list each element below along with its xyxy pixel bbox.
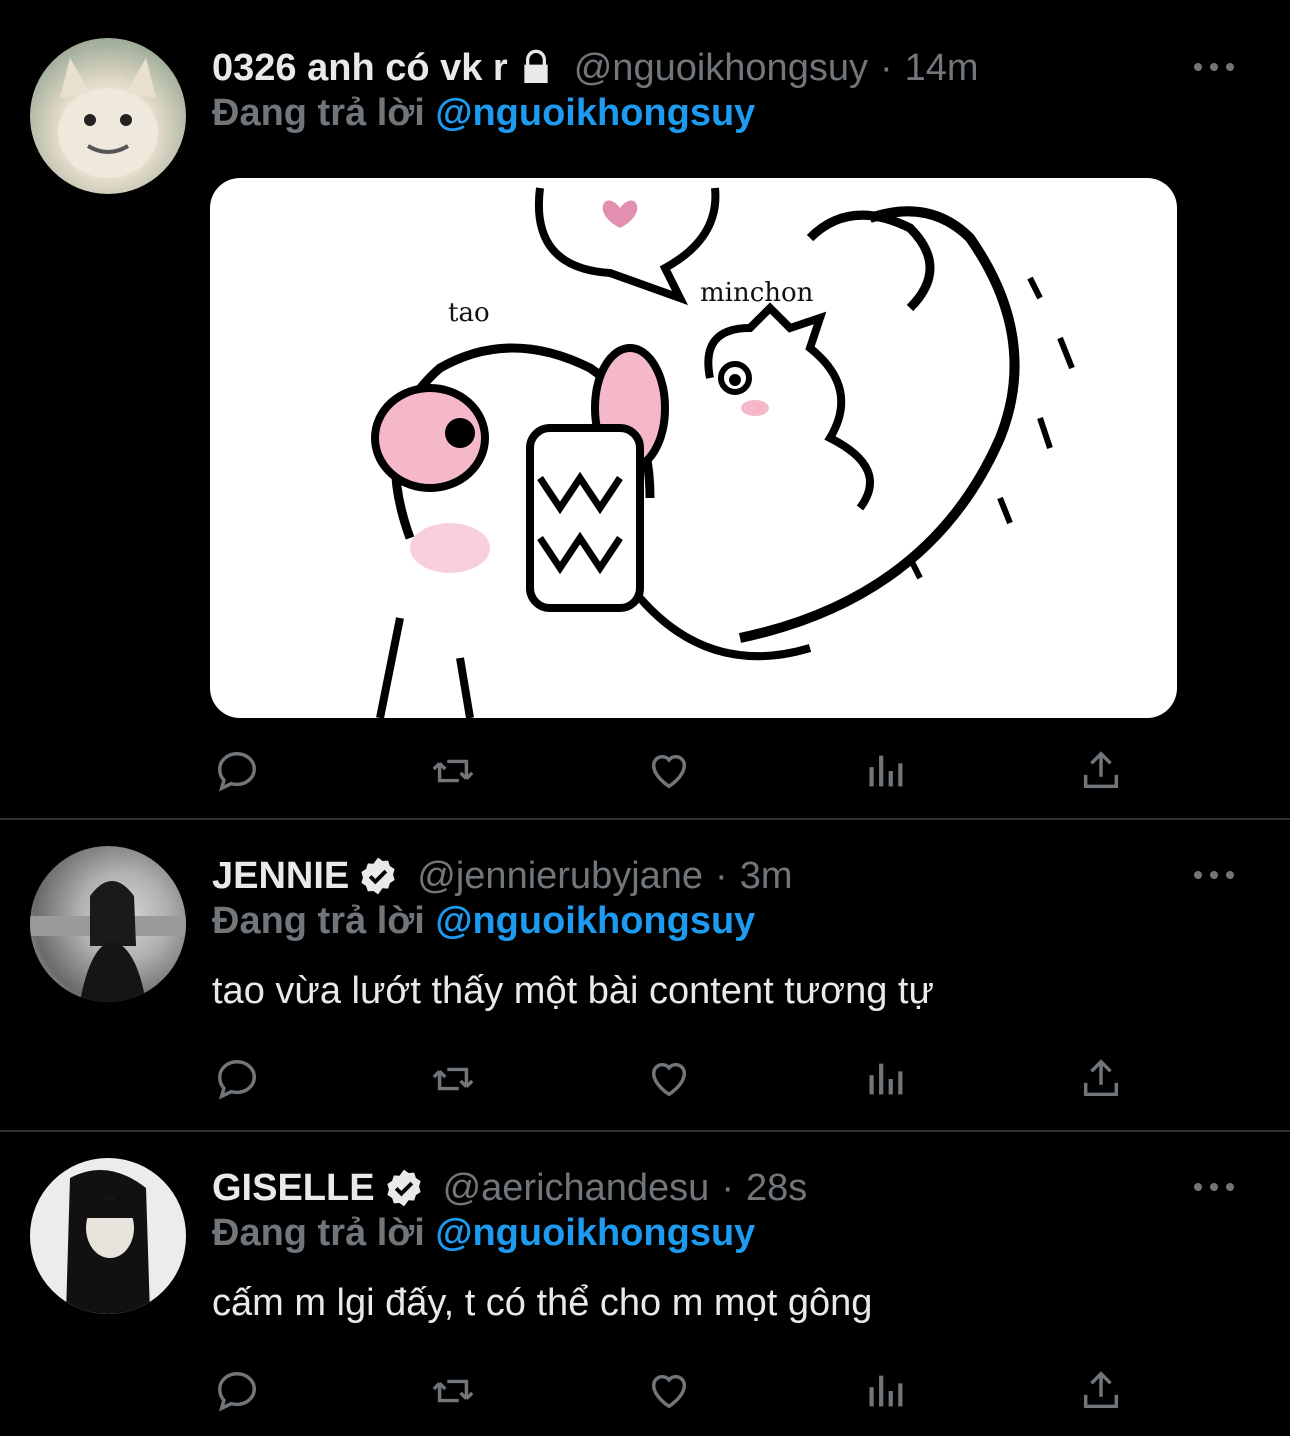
display-name[interactable]: 0326 anh có vk r [212,47,508,90]
timestamp[interactable]: 28s [746,1167,807,1210]
share-icon[interactable] [1076,746,1126,796]
media-label-minchon: minchon [700,278,814,308]
like-icon[interactable] [644,1366,694,1416]
tweet[interactable]: GISELLE @aerichandesu · 28s Đang trả lời… [0,1158,1290,1428]
analytics-icon[interactable] [860,1054,910,1104]
tweet-actions [0,746,1290,806]
more-options-icon[interactable] [1194,860,1234,890]
separator-dot: · [879,46,893,89]
retweet-icon[interactable] [428,1054,478,1104]
retweet-icon[interactable] [428,746,478,796]
reply-icon[interactable] [212,1366,262,1416]
tweet-text: cấm m lgi đấy, t có thể cho m mọt gông [212,1282,873,1324]
verified-icon [383,1167,425,1209]
reply-icon[interactable] [212,746,262,796]
avatar[interactable] [30,1158,186,1314]
tweet[interactable]: 0326 anh có vk r @nguoikhongsuy · 14m Đa… [0,38,1290,798]
reply-prefix: Đang trả lời [212,900,425,942]
analytics-icon[interactable] [860,1366,910,1416]
reply-icon[interactable] [212,1054,262,1104]
tweet-actions [0,1054,1290,1114]
display-name[interactable]: JENNIE [212,855,349,898]
replying-to: Đang trả lời @nguoikhongsuy [212,900,755,943]
tweet-header: GISELLE @aerichandesu · 28s [212,1158,807,1218]
reply-mention-link[interactable]: @nguoikhongsuy [435,900,755,942]
like-icon[interactable] [644,1054,694,1104]
divider [0,818,1290,820]
tweet[interactable]: JENNIE @jennierubyjane · 3m Đang trả lời… [0,846,1290,1116]
display-name[interactable]: GISELLE [212,1167,375,1210]
replying-to: Đang trả lời @nguoikhongsuy [212,92,755,135]
handle[interactable]: @aerichandesu [443,1167,710,1210]
avatar[interactable] [30,38,186,194]
avatar[interactable] [30,846,186,1002]
like-icon[interactable] [644,746,694,796]
separator-dot: · [721,1166,734,1209]
reply-prefix: Đang trả lời [212,92,425,134]
timestamp[interactable]: 3m [740,855,793,898]
reply-mention-link[interactable]: @nguoikhongsuy [435,1212,755,1254]
media-label-tao: tao [448,298,490,328]
tweet-text: tao vừa lướt thấy một bài content tương … [212,970,934,1012]
tweet-header: 0326 anh có vk r @nguoikhongsuy · 14m [212,38,979,98]
divider [0,1130,1290,1132]
separator-dot: · [715,854,728,897]
share-icon[interactable] [1076,1366,1126,1416]
handle[interactable]: @nguoikhongsuy [574,47,868,90]
more-options-icon[interactable] [1194,1172,1234,1202]
timestamp[interactable]: 14m [905,47,979,90]
retweet-icon[interactable] [428,1366,478,1416]
more-options-icon[interactable] [1194,52,1234,82]
lock-icon [516,48,556,88]
tweet-media-image[interactable]: tao minchon [210,178,1177,718]
tweet-actions [0,1366,1290,1426]
analytics-icon[interactable] [860,746,910,796]
verified-icon [357,855,399,897]
tweet-header: JENNIE @jennierubyjane · 3m [212,846,793,906]
handle[interactable]: @jennierubyjane [417,855,703,898]
reply-prefix: Đang trả lời [212,1212,425,1254]
meme-drawing [371,187,1075,718]
share-icon[interactable] [1076,1054,1126,1104]
replying-to: Đang trả lời @nguoikhongsuy [212,1212,755,1255]
reply-mention-link[interactable]: @nguoikhongsuy [435,92,755,134]
timeline: 0326 anh có vk r @nguoikhongsuy · 14m Đa… [0,0,1290,1436]
